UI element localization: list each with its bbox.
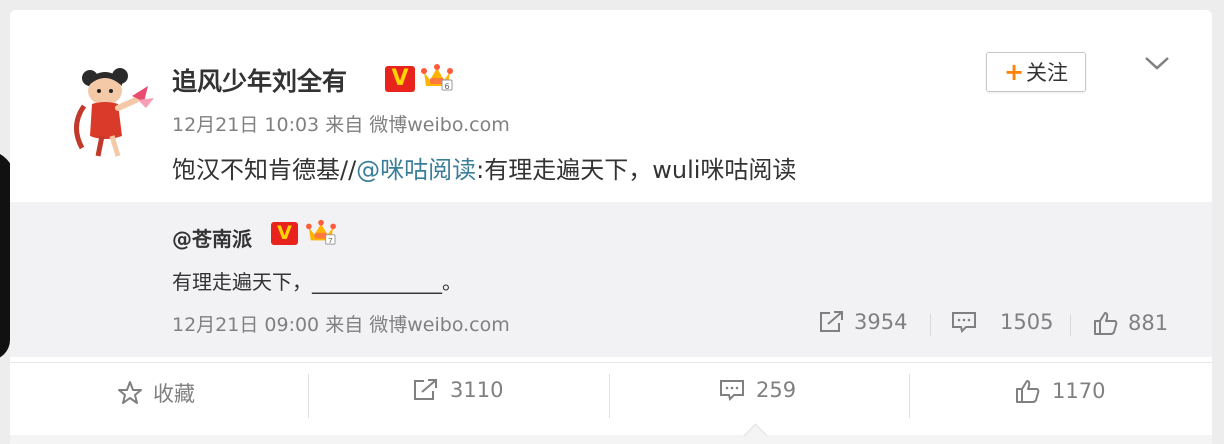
like-button[interactable]: 1170 [1014, 378, 1105, 404]
comment-icon [720, 380, 744, 401]
repost-author[interactable]: @苍南派 [172, 223, 252, 252]
source-prefix: 来自 [325, 114, 364, 136]
repost-like-stat[interactable]: 881 [1092, 310, 1168, 336]
repost-meta: 12月21日 09:00 来自 微博weibo.com [172, 310, 510, 337]
svg-text:6: 6 [444, 82, 449, 91]
divider [609, 374, 610, 418]
post-meta: 12月21日 10:03 来自 微博weibo.com [172, 110, 510, 137]
post-date[interactable]: 12月21日 10:03 [172, 114, 319, 136]
author-name[interactable]: 追风少年刘全有 [172, 62, 347, 98]
plus-icon: + [1003, 58, 1025, 86]
divider [308, 374, 309, 418]
like-count: 1170 [1052, 379, 1106, 403]
comment-panel-edge [10, 435, 1212, 444]
divider [930, 314, 931, 336]
content-text: :有理走遍天下，wuli咪咕阅读 [476, 156, 797, 184]
forward-icon [820, 311, 843, 332]
verified-badge-icon[interactable]: V [271, 222, 298, 245]
divider [909, 374, 910, 418]
post-source[interactable]: 微博weibo.com [369, 114, 509, 136]
weibo-card: 追风少年刘全有 V 6 +关注 12月21日 10:03 来自 微博weibo.… [10, 10, 1212, 444]
avatar[interactable] [62, 56, 166, 160]
forward-icon [414, 379, 437, 400]
comment-button[interactable]: 259 [718, 378, 796, 402]
thumbs-up-icon [1094, 312, 1118, 335]
svg-text:7: 7 [328, 236, 333, 245]
star-icon [118, 381, 142, 404]
repost-comment-count: 1505 [1000, 310, 1054, 334]
comment-icon [952, 312, 976, 333]
post-content: 饱汉不知肯德基//@咪咕阅读:有理走遍天下，wuli咪咕阅读 [172, 150, 796, 185]
divider [1070, 314, 1071, 336]
follow-label: 关注 [1026, 61, 1069, 85]
source-prefix: 来自 [325, 314, 364, 336]
vip-crown-icon[interactable]: 6 [421, 62, 453, 92]
favorite-button[interactable]: 收藏 [117, 378, 195, 408]
mention-link[interactable]: @咪咕阅读 [356, 156, 476, 184]
verified-badge-icon[interactable]: V [385, 66, 415, 92]
repost-text: 有理走遍天下，_____________。 [172, 270, 462, 294]
favorite-label: 收藏 [153, 382, 195, 406]
repost-comment-stat[interactable]: 1505 [950, 310, 1053, 334]
vip-crown-icon[interactable]: 7 [306, 218, 336, 246]
repost-forward-count: 3954 [854, 310, 908, 334]
chevron-down-icon[interactable] [1142, 50, 1172, 74]
forward-count: 3110 [450, 378, 504, 402]
repost-forward-stat[interactable]: 3954 [818, 310, 907, 334]
content-text: 饱汉不知肯德基// [172, 156, 357, 184]
follow-button[interactable]: +关注 [986, 52, 1086, 92]
forward-button[interactable]: 3110 [412, 378, 503, 402]
thumbs-up-icon [1016, 380, 1040, 403]
repost-source[interactable]: 微博weibo.com [369, 314, 509, 336]
repost-like-count: 881 [1128, 311, 1169, 335]
repost-date[interactable]: 12月21日 09:00 [172, 314, 319, 336]
comment-count: 259 [756, 378, 797, 402]
